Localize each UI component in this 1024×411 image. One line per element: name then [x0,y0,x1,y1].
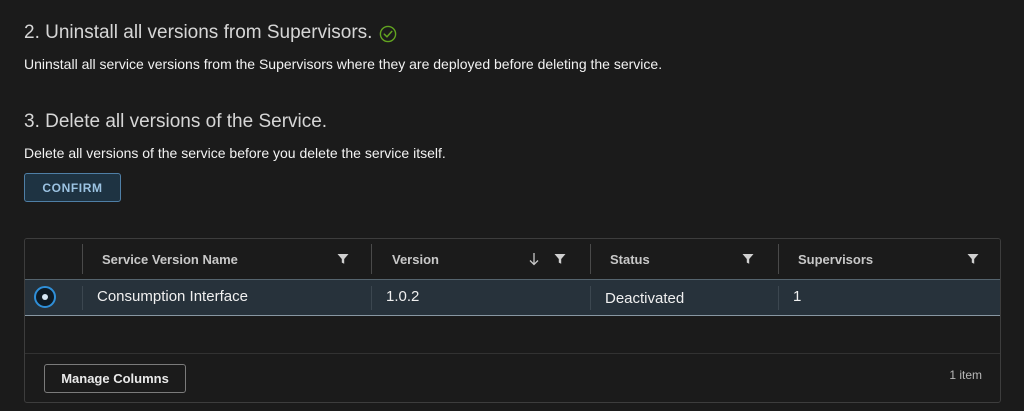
cell-separator [590,286,591,310]
confirm-button[interactable]: CONFIRM [24,173,121,202]
column-header-label: Version [392,251,439,267]
cell-separator [778,286,779,310]
radio-selected-dot [42,294,48,300]
step-3-description: Delete all versions of the service befor… [24,145,446,161]
item-count: 1 item [949,368,982,382]
step-2-description: Uninstall all service versions from the … [24,56,663,72]
column-header-supervisors[interactable]: Supervisors [798,239,873,279]
column-header-label: Service Version Name [102,251,238,267]
cell-version: 1.0.2 [386,288,420,305]
column-header-service-version-name[interactable]: Service Version Name [102,239,238,279]
filter-icon[interactable] [553,252,567,266]
column-header-label: Status [610,251,650,267]
column-header-status[interactable]: Status [610,239,650,279]
datagrid-header: Service Version Name Version Status Supe… [25,239,1000,279]
row-select-radio[interactable] [34,286,56,308]
filter-icon[interactable] [966,252,980,266]
step-2-title: 2. Uninstall all versions from Superviso… [24,22,373,43]
check-circle-icon [379,25,397,43]
column-separator[interactable] [82,244,83,274]
column-separator[interactable] [778,244,779,274]
delete-service-page: 2. Uninstall all versions from Superviso… [0,0,1024,411]
cell-supervisors: 1 [793,288,802,305]
table-row[interactable]: Consumption Interface 1.0.2 Deactivated … [25,279,1000,316]
filter-icon[interactable] [336,252,350,266]
manage-columns-button[interactable]: Manage Columns [44,364,186,393]
step-3-heading: 3. Delete all versions of the Service. [24,111,327,133]
cell-separator [371,286,372,310]
cell-status: Deactivated [605,290,685,307]
column-separator[interactable] [590,244,591,274]
step-2-heading: 2. Uninstall all versions from Superviso… [24,22,397,44]
filter-icon[interactable] [741,252,755,266]
cell-service-version-name: Consumption Interface [97,288,248,305]
sort-descending-icon[interactable] [528,251,540,267]
cell-separator [82,286,83,310]
column-header-label: Supervisors [798,251,874,267]
step-3-title: 3. Delete all versions of the Service. [24,111,328,132]
datagrid-footer-divider [25,353,1000,354]
column-header-version[interactable]: Version [392,239,439,279]
service-versions-datagrid: Service Version Name Version Status Supe… [24,238,1001,403]
column-separator[interactable] [371,244,372,274]
